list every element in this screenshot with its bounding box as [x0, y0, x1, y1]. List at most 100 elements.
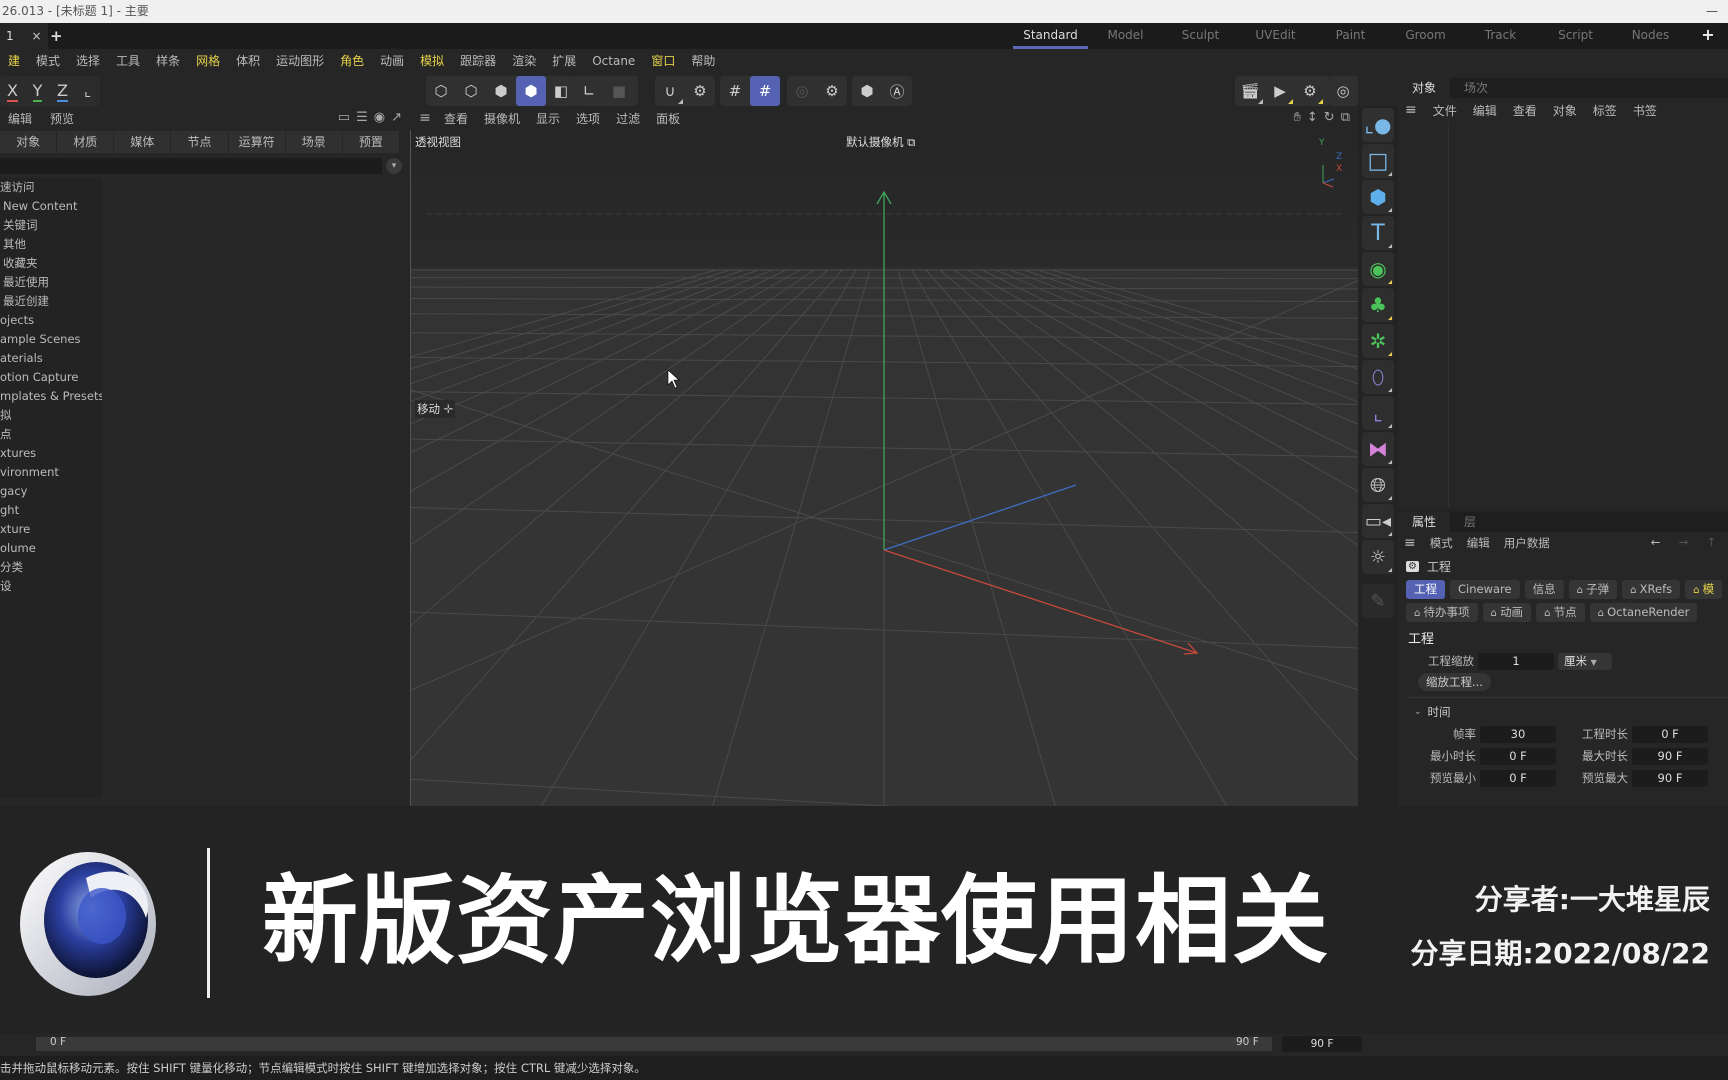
- menu-item[interactable]: Octane: [584, 49, 643, 73]
- points-mode-button[interactable]: ⬡: [426, 76, 456, 106]
- asset-tree-item[interactable]: mplates & Presets: [0, 387, 102, 406]
- text-spline-button[interactable]: T: [1362, 216, 1394, 250]
- asset-tree-item[interactable]: 关键词: [0, 216, 102, 235]
- layout-tab-uvedit[interactable]: UVEdit: [1238, 23, 1313, 49]
- effector-button[interactable]: ✲: [1362, 324, 1394, 358]
- back-arrow-icon[interactable]: ←: [1645, 535, 1669, 549]
- solo-button[interactable]: ■: [604, 76, 634, 106]
- auto-button[interactable]: Ⓐ: [882, 76, 912, 106]
- time-field-value[interactable]: 0 F: [1480, 769, 1556, 787]
- timeline-end-field[interactable]: 90 F: [1282, 1036, 1362, 1052]
- snap-settings-button[interactable]: ⚙: [685, 76, 715, 106]
- asset-filter-tab[interactable]: 场景: [286, 131, 343, 153]
- project-scale-unit-select[interactable]: 厘米 ▼: [1558, 652, 1612, 670]
- axis-x-toggle[interactable]: X: [0, 76, 25, 106]
- attribute-menu-item[interactable]: 用户数据: [1498, 535, 1558, 551]
- filter-icon[interactable]: ☰: [356, 110, 368, 125]
- snap-button[interactable]: ∪: [655, 76, 685, 106]
- project-scale-field[interactable]: 1: [1478, 652, 1554, 670]
- layout-tab-track[interactable]: Track: [1463, 23, 1538, 49]
- asset-filter-tab[interactable]: 材质: [57, 131, 115, 153]
- viewport-menu-item[interactable]: 摄像机: [476, 110, 528, 127]
- attribute-tab[interactable]: 工程: [1406, 580, 1445, 599]
- menu-item[interactable]: 运动图形: [268, 49, 332, 73]
- uv-mode-button[interactable]: ◧: [546, 76, 576, 106]
- asset-filter-tab[interactable]: 运算符: [229, 131, 286, 153]
- asset-filter-tab[interactable]: 对象: [0, 131, 58, 153]
- soft-selection-button[interactable]: ◎: [787, 76, 817, 106]
- grid-snap-button[interactable]: #: [720, 76, 750, 106]
- layout-tab-paint[interactable]: Paint: [1313, 23, 1388, 49]
- attribute-menu-item[interactable]: 编辑: [1461, 535, 1498, 551]
- asset-tree-item[interactable]: 最近创建: [0, 292, 102, 311]
- model-mode-button[interactable]: ⬢: [516, 76, 546, 106]
- render-to-picture-viewer-button[interactable]: ▶: [1265, 76, 1295, 106]
- asset-tree-item[interactable]: 设: [0, 577, 102, 596]
- up-arrow-icon[interactable]: ↑: [1700, 535, 1724, 549]
- menu-item[interactable]: 扩展: [544, 49, 584, 73]
- asset-tree-item[interactable]: 分类: [0, 558, 102, 577]
- attribute-tab[interactable]: ⌂ 待办事项: [1406, 603, 1478, 622]
- cube-button[interactable]: ⬢: [1362, 180, 1394, 214]
- asset-tree-item[interactable]: New Content: [0, 197, 102, 216]
- layout-tab-script[interactable]: Script: [1538, 23, 1613, 49]
- menu-item[interactable]: 模式: [28, 49, 68, 73]
- object-manager-menu-item[interactable]: 文件: [1426, 102, 1466, 119]
- asset-tree-item[interactable]: otion Capture: [0, 368, 102, 387]
- menu-item[interactable]: 样条: [148, 49, 188, 73]
- object-manager-tab[interactable]: 对象: [1398, 78, 1451, 98]
- layout-tab-sculpt[interactable]: Sculpt: [1163, 23, 1238, 49]
- attribute-tab[interactable]: ⌂ 节点: [1536, 603, 1585, 622]
- polygons-mode-button[interactable]: ⬢: [486, 76, 516, 106]
- spline-rectangle-button[interactable]: □: [1362, 144, 1394, 178]
- record-icon[interactable]: ◉: [374, 110, 385, 125]
- document-tab[interactable]: 1 ×: [0, 23, 48, 49]
- object-manager-menu-item[interactable]: 标签: [1586, 102, 1626, 119]
- menu-item[interactable]: 体积: [228, 49, 268, 73]
- light-button[interactable]: ☼: [1362, 540, 1394, 574]
- close-tab-icon[interactable]: ×: [31, 29, 41, 43]
- asset-tree-item[interactable]: 速访问: [0, 178, 102, 197]
- 3d-viewport[interactable]: 透视视图 默认摄像机 ⧉ 移动 ✛ Y Z X: [410, 130, 1358, 806]
- attribute-tab[interactable]: 信息: [1524, 580, 1564, 599]
- asset-tree-item[interactable]: xture: [0, 520, 102, 539]
- dolly-icon[interactable]: ↕: [1307, 110, 1318, 125]
- new-tab-button[interactable]: +: [50, 23, 63, 49]
- menu-item[interactable]: 网格: [188, 49, 228, 73]
- null-object-button[interactable]: ⌞●: [1362, 108, 1394, 142]
- layout-tab-nodes[interactable]: Nodes: [1613, 23, 1688, 49]
- timeline-slider[interactable]: [36, 1037, 1272, 1051]
- maximize-view-icon[interactable]: ⧉: [1341, 110, 1350, 125]
- menu-item[interactable]: 角色: [332, 49, 372, 73]
- cloner-button[interactable]: ◉: [1362, 252, 1394, 286]
- popout-icon[interactable]: ↗: [391, 110, 402, 125]
- menu-item[interactable]: 动画: [372, 49, 412, 73]
- hamburger-menu-icon[interactable]: ≡: [414, 110, 436, 126]
- asset-search-input[interactable]: [0, 158, 382, 174]
- grid-lock-button[interactable]: #: [750, 76, 780, 106]
- attribute-menu-item[interactable]: 模式: [1424, 535, 1461, 551]
- time-field-value[interactable]: 0 F: [1480, 747, 1556, 765]
- time-field-value[interactable]: 90 F: [1632, 769, 1708, 787]
- viewport-menu-item[interactable]: 过滤: [608, 110, 648, 127]
- asset-tree-item[interactable]: 最近使用: [0, 273, 102, 292]
- scale-project-button[interactable]: 缩放工程...: [1418, 673, 1491, 691]
- layout-tab-groom[interactable]: Groom: [1388, 23, 1463, 49]
- display-button[interactable]: ⬢: [852, 76, 882, 106]
- environment-button[interactable]: 🌐︎: [1362, 468, 1394, 502]
- attribute-tab[interactable]: ⌂ OctaneRender: [1589, 603, 1698, 622]
- hamburger-menu-icon[interactable]: ≡: [1398, 102, 1426, 118]
- time-field-value[interactable]: 90 F: [1632, 747, 1708, 765]
- asset-filter-tab[interactable]: 节点: [171, 131, 229, 153]
- tweak-settings-button[interactable]: ⚙: [817, 76, 847, 106]
- menu-item[interactable]: 帮助: [683, 49, 723, 73]
- deformer-button[interactable]: ⬯: [1362, 360, 1394, 394]
- layout-tab-standard[interactable]: Standard: [1013, 23, 1088, 49]
- camera-label[interactable]: 默认摄像机 ⧉: [846, 134, 915, 150]
- attribute-tab[interactable]: ⌂ 模: [1685, 580, 1723, 599]
- forward-arrow-icon[interactable]: →: [1673, 535, 1697, 549]
- asset-filter-tab[interactable]: 媒体: [114, 131, 172, 153]
- hamburger-menu-icon[interactable]: ≡: [1398, 535, 1424, 551]
- object-manager-menu-item[interactable]: 书签: [1626, 102, 1666, 119]
- object-manager-menu-item[interactable]: 对象: [1546, 102, 1586, 119]
